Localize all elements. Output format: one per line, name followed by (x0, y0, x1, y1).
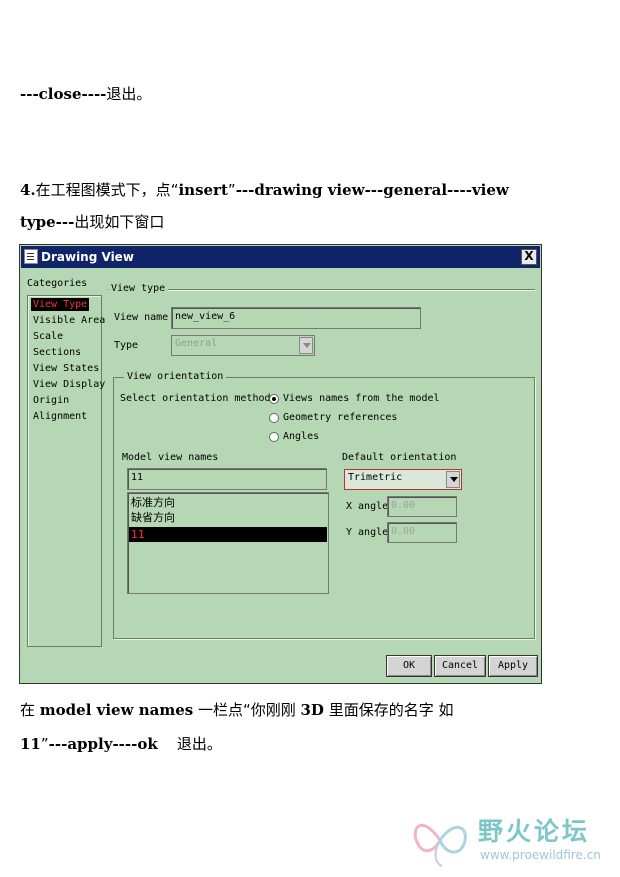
insert-keyword: insert (178, 181, 228, 199)
instruction-middle: 一栏点“你刚刚 (193, 701, 301, 719)
apply-button[interactable]: Apply (488, 655, 538, 677)
instruction-prefix: 在 (20, 701, 40, 719)
apply-ok-sequence: ---apply----ok (48, 735, 158, 753)
view-name-input[interactable]: new_view_6 (171, 307, 421, 329)
default-orientation-select[interactable]: Trimetric (344, 469, 462, 490)
select-orientation-method-label: Select orientation method (120, 393, 271, 404)
category-view-display[interactable]: View Display (31, 378, 107, 391)
instruction-line2: 11”---apply----ok 退出。 (20, 734, 222, 754)
cancel-button[interactable]: Cancel (434, 655, 486, 677)
step4-line1: 4.在工程图模式下，点“insert”---drawing view---gen… (20, 180, 509, 200)
instruction-line1: 在 model view names 一栏点“你刚刚 3D 里面保存的名字 如 (20, 700, 454, 720)
view-orientation-group-label: View orientation (124, 371, 227, 382)
model-view-item[interactable]: 标准方向 (129, 495, 327, 510)
view-name-label: View name (114, 312, 169, 323)
radio-angles[interactable] (269, 432, 279, 442)
step4-line2: type---出现如下窗口 (20, 212, 164, 232)
step-number: 4. (20, 181, 36, 199)
view-name-example: 11 (20, 735, 41, 753)
default-orientation-value: Trimetric (348, 472, 403, 483)
dialog-titlebar: Drawing View X (21, 246, 540, 268)
categories-label: Categories (27, 278, 88, 289)
default-orientation-label: Default orientation (342, 452, 457, 463)
butterfly-logo-icon (413, 823, 467, 867)
y-angle-input[interactable]: 0.00 (387, 522, 457, 543)
dialog-app-icon (24, 249, 38, 264)
drawing-view-dialog: Drawing View X Categories View Type Visi… (19, 244, 542, 684)
step-text: 在工程图模式下，点 (35, 181, 171, 199)
exit-text: 退出。 (106, 85, 152, 103)
quote-close: ” (227, 181, 236, 199)
three-d-term: 3D (300, 701, 324, 719)
model-view-name-input[interactable]: 11 (127, 468, 327, 490)
category-scale[interactable]: Scale (31, 330, 65, 343)
close-icon[interactable]: X (521, 249, 537, 265)
view-type-group-line (107, 289, 535, 290)
model-view-item-selected[interactable]: 11 (129, 527, 327, 542)
menu-path-text: ---drawing view---general----view (235, 181, 509, 199)
ok-button[interactable]: OK (386, 655, 432, 677)
model-view-names-label: Model view names (122, 452, 219, 463)
quote-close: ” (40, 735, 49, 753)
category-alignment[interactable]: Alignment (31, 410, 89, 423)
dialog-title: Drawing View (41, 250, 134, 264)
category-origin[interactable]: Origin (31, 394, 71, 407)
category-sections[interactable]: Sections (31, 346, 83, 359)
type-dropdown-arrow-icon[interactable] (299, 337, 313, 354)
default-orientation-dropdown-arrow-icon[interactable] (446, 471, 460, 488)
menu-path-tail: type--- (20, 213, 75, 231)
close-command-text: ---close---- (20, 85, 107, 103)
model-view-item[interactable]: 缺省方向 (129, 510, 327, 525)
category-visible-area[interactable]: Visible Area (31, 314, 107, 327)
type-label: Type (114, 340, 139, 351)
type-select-value: General (175, 338, 218, 349)
y-angle-label: Y angle (346, 527, 389, 538)
category-view-type[interactable]: View Type (31, 298, 90, 311)
x-angle-input[interactable]: 0.00 (387, 496, 457, 517)
view-type-group-label: View type (108, 283, 169, 294)
radio-views-names-from-model[interactable] (269, 394, 279, 404)
views-names-from-model-label: Views names from the model (283, 393, 440, 404)
x-angle-label: X angle (346, 501, 389, 512)
instruction-tail: 里面保存的名字 如 (323, 701, 454, 719)
close-instruction: ---close----退出。 (20, 84, 151, 104)
angles-label: Angles (283, 431, 320, 442)
window-appears-text: 出现如下窗口 (74, 213, 165, 231)
watermark-title: 野火论坛 (478, 817, 591, 846)
categories-list: View Type Visible Area Scale Sections Vi… (27, 295, 105, 647)
geometry-references-label: Geometry references (283, 412, 398, 423)
category-view-states[interactable]: View States (31, 362, 101, 375)
radio-geometry-references[interactable] (269, 413, 279, 423)
exit-text: 退出。 (157, 735, 222, 753)
type-select[interactable]: General (171, 335, 315, 356)
watermark-url: www.proewildfire.cn (480, 848, 601, 862)
forum-watermark: 野火论坛 www.proewildfire.cn (410, 810, 610, 870)
model-view-names-term: model view names (39, 701, 194, 719)
model-view-list[interactable]: 标准方向 缺省方向 11 (127, 492, 329, 594)
